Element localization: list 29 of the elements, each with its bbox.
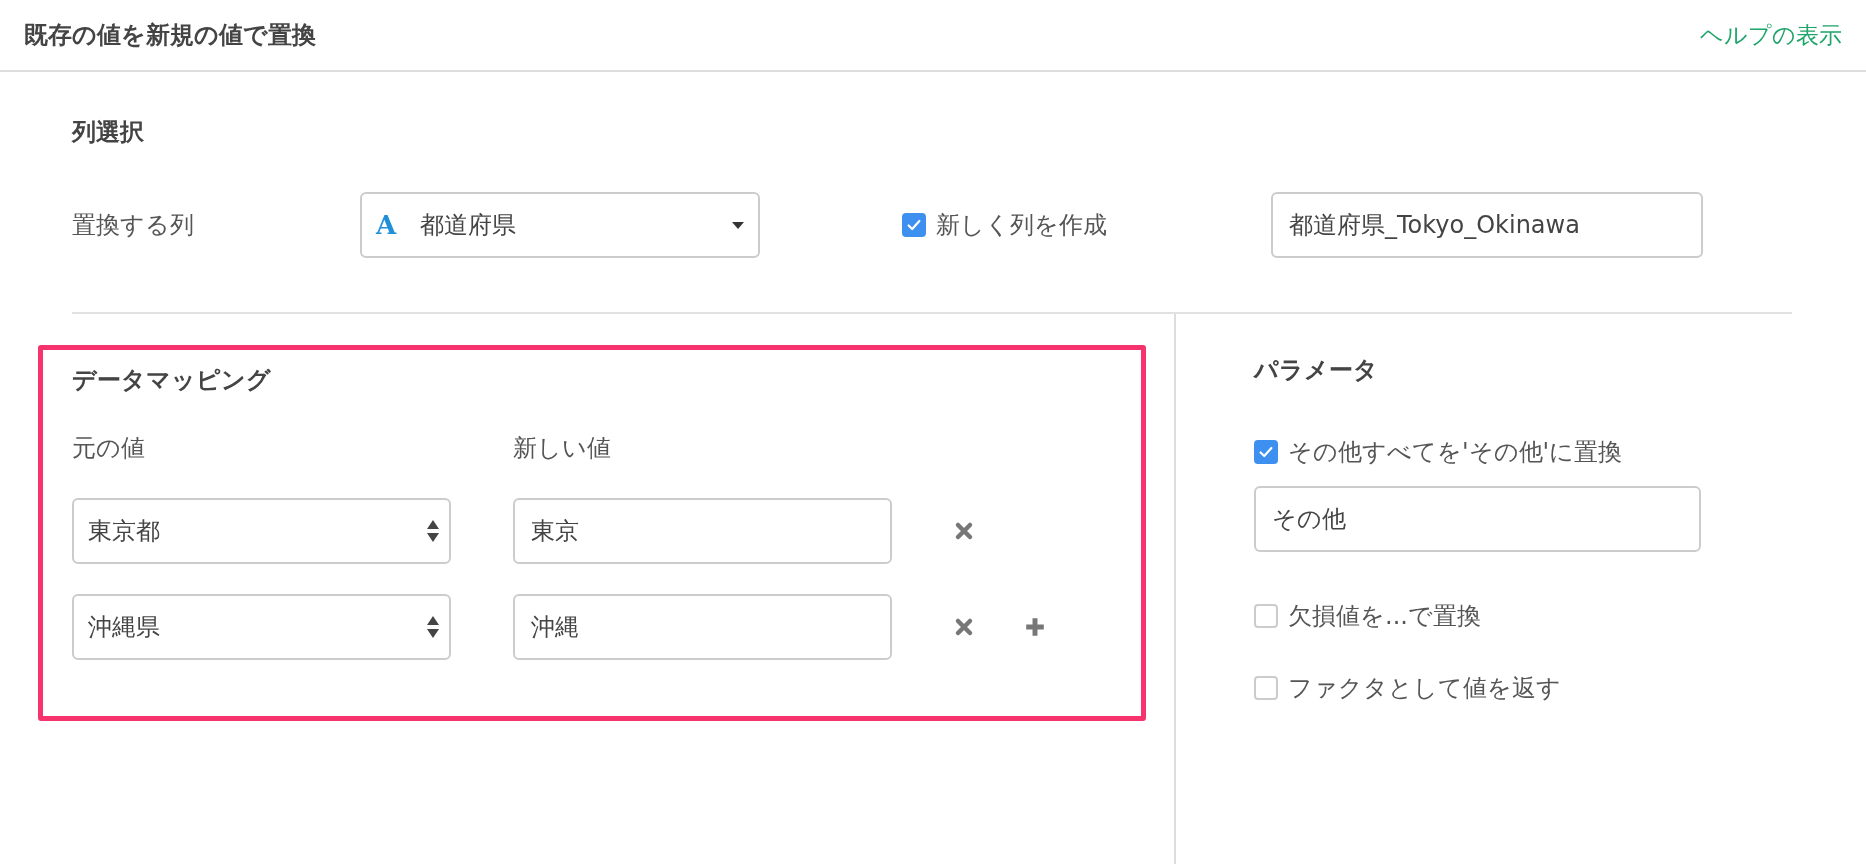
section-heading: パラメータ bbox=[1254, 355, 1379, 386]
section-heading: データマッピング bbox=[72, 365, 272, 396]
checkbox[interactable] bbox=[1254, 604, 1278, 628]
dialog-title: 既存の値を新規の値で置換 bbox=[24, 20, 316, 51]
stepper-arrows-icon bbox=[427, 616, 439, 638]
value-dropdown[interactable]: 東京都 bbox=[72, 498, 451, 564]
new-value-field[interactable]: 東京 bbox=[513, 498, 892, 564]
new-value-field[interactable]: 沖縄 bbox=[513, 594, 892, 660]
checkbox[interactable] bbox=[1254, 440, 1278, 464]
type-icon: A bbox=[376, 210, 397, 240]
checkbox-label[interactable]: ファクタとして値を返す bbox=[1288, 672, 1561, 704]
checkbox-label[interactable]: その他すべてを'その他'に置換 bbox=[1288, 436, 1623, 468]
column-name-field[interactable]: 都道府県_Tokyo_Okinawa bbox=[1271, 192, 1703, 258]
field-label: 置換する列 bbox=[72, 210, 195, 241]
section-heading: 列選択 bbox=[72, 117, 145, 148]
checkbox[interactable] bbox=[902, 213, 926, 237]
column-label: 新しい値 bbox=[513, 433, 612, 464]
checkbox-label[interactable]: 欠損値を...で置換 bbox=[1288, 600, 1481, 632]
caret-icon bbox=[732, 221, 744, 229]
column-label: 元の値 bbox=[72, 433, 146, 464]
other-value-field[interactable]: その他 bbox=[1254, 486, 1701, 552]
column-dropdown[interactable]: A 都道府県 bbox=[360, 192, 760, 258]
checkbox-label[interactable]: 新しく列を作成 bbox=[936, 209, 1107, 241]
remove-icon[interactable] bbox=[954, 617, 974, 637]
checkbox[interactable] bbox=[1254, 676, 1278, 700]
add-icon[interactable] bbox=[1024, 616, 1046, 638]
value-dropdown[interactable]: 沖縄県 bbox=[72, 594, 451, 660]
stepper-arrows-icon bbox=[427, 520, 439, 542]
remove-icon[interactable] bbox=[954, 521, 974, 541]
